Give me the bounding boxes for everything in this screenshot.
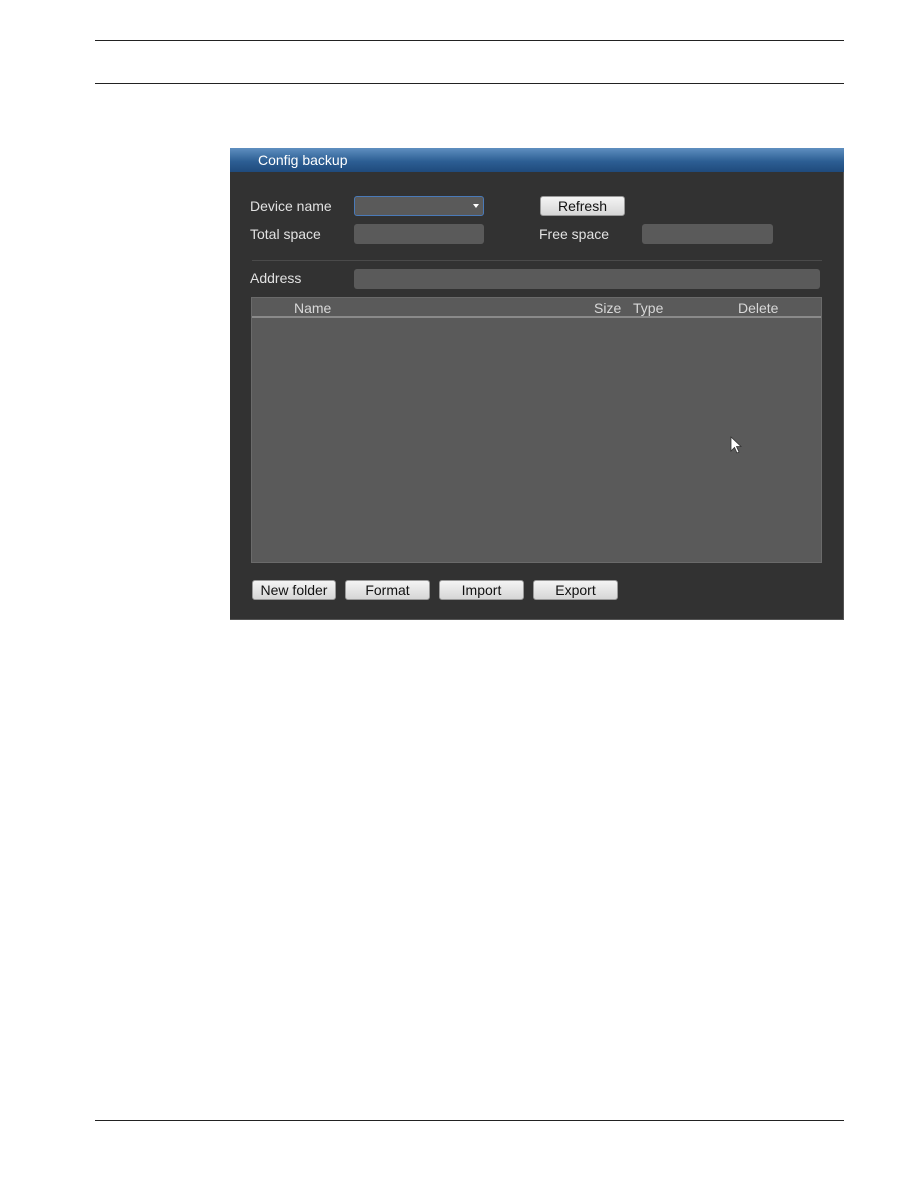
new-folder-button[interactable]: New folder [252, 580, 336, 600]
format-button[interactable]: Format [345, 580, 430, 600]
device-name-label: Device name [250, 198, 332, 214]
total-space-label: Total space [250, 226, 321, 242]
column-header-type[interactable]: Type [633, 300, 663, 316]
device-name-select[interactable] [354, 196, 484, 216]
footer-rule [95, 1120, 844, 1121]
free-space-label: Free space [539, 226, 610, 242]
refresh-button[interactable]: Refresh [540, 196, 625, 216]
table-header: Name Size Type Delete [252, 298, 821, 318]
chevron-down-icon [473, 204, 479, 208]
export-button[interactable]: Export [533, 580, 618, 600]
free-space-field [642, 224, 773, 244]
mouse-pointer-icon [730, 436, 743, 454]
header-rule-top [95, 40, 844, 41]
header-rule-bottom [95, 83, 844, 84]
config-backup-dialog: Config backup Device name Refresh Total … [230, 148, 844, 620]
file-list-table[interactable]: Name Size Type Delete [251, 297, 822, 563]
section-divider [252, 260, 822, 261]
dialog-titlebar: Config backup [230, 148, 844, 172]
column-header-size[interactable]: Size [594, 300, 621, 316]
address-input[interactable] [354, 269, 820, 289]
column-header-delete[interactable]: Delete [738, 300, 778, 316]
address-label: Address [250, 270, 302, 286]
dialog-title: Config backup [258, 152, 348, 168]
column-header-name[interactable]: Name [294, 300, 331, 316]
total-space-field [354, 224, 484, 244]
import-button[interactable]: Import [439, 580, 524, 600]
